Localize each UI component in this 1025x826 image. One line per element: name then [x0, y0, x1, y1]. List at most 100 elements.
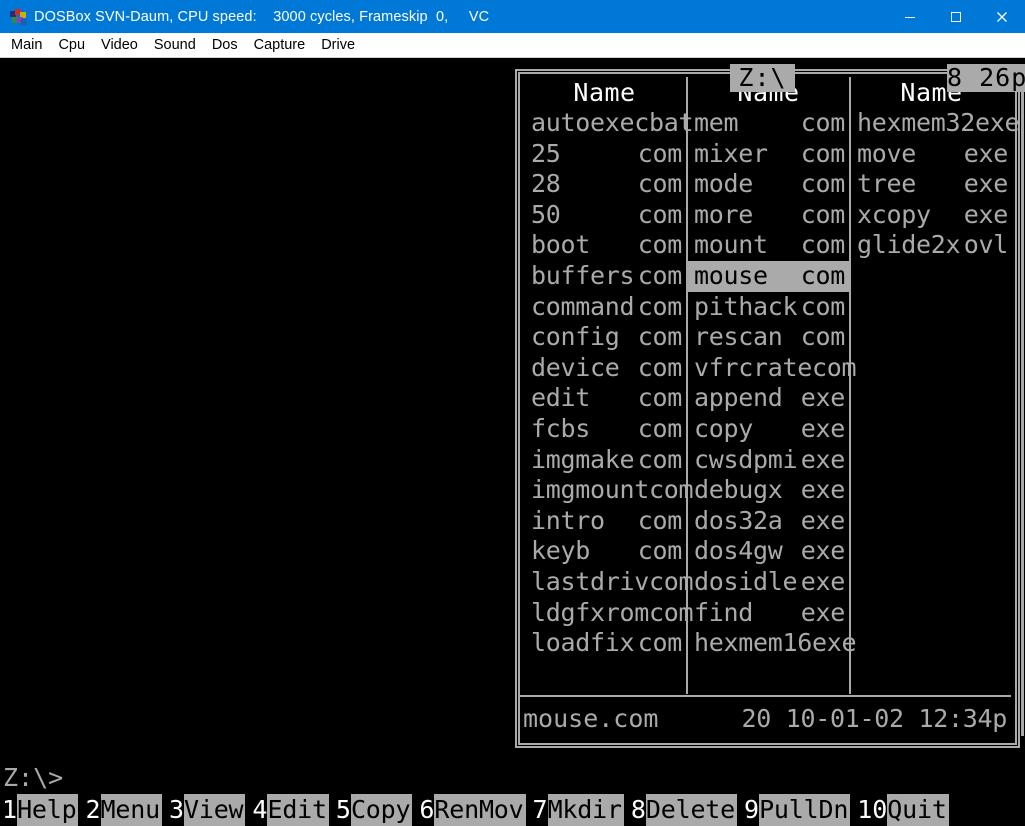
- file-extension: com: [637, 138, 683, 168]
- function-key-f2[interactable]: 2 Menu: [83, 794, 162, 826]
- file-extension: com: [800, 108, 846, 137]
- function-key-f10[interactable]: 10 Quit: [855, 794, 949, 826]
- function-key-label: Delete: [645, 794, 738, 826]
- file-row[interactable]: cwsdpmi exe: [688, 445, 849, 476]
- file-row[interactable]: loadfix com: [523, 628, 686, 659]
- minimize-icon[interactable]: [887, 0, 933, 33]
- file-name: move: [857, 138, 917, 168]
- file-row[interactable]: config com: [523, 322, 686, 353]
- file-name: 50: [531, 199, 561, 229]
- file-row[interactable]: xcopy exe: [851, 200, 1012, 231]
- file-extension: com: [637, 536, 683, 566]
- file-row[interactable]: dosidle exe: [688, 567, 849, 598]
- file-name: hexmem16: [694, 628, 813, 658]
- function-key-f6[interactable]: 6 RenMov: [417, 794, 526, 826]
- file-extension: com: [637, 260, 683, 290]
- panel-divider: [520, 695, 1011, 697]
- function-key-number: 7: [530, 794, 548, 826]
- file-row[interactable]: debugx exe: [688, 475, 849, 506]
- function-key-f5[interactable]: 5 Copy: [333, 794, 413, 826]
- file-row[interactable]: device com: [523, 353, 686, 384]
- file-row[interactable]: dos32a exe: [688, 506, 849, 537]
- file-manager-panel[interactable]: Z:\ 8 26p Name autoexec bat 25 com 28 com 50 co…: [515, 64, 1025, 748]
- file-row[interactable]: lastdriv com: [523, 567, 694, 598]
- file-name: device: [531, 352, 620, 382]
- file-row[interactable]: boot com: [523, 230, 686, 261]
- file-column-2[interactable]: Name mem com mixer com mode com more com mount co…: [686, 77, 857, 694]
- file-extension: com: [800, 322, 846, 352]
- file-row[interactable]: fcbs com: [523, 414, 686, 445]
- file-row[interactable]: dos4gw exe: [688, 536, 849, 567]
- function-key-number: 8: [628, 794, 646, 826]
- file-name: dosidle: [694, 566, 798, 596]
- function-key-f4[interactable]: 4 Edit: [250, 794, 329, 826]
- file-row[interactable]: vfrcrate com: [688, 353, 857, 384]
- file-row[interactable]: imgmount com: [523, 475, 694, 506]
- file-row[interactable]: hexmem32 exe: [851, 108, 1020, 139]
- menu-item-dos[interactable]: Dos: [205, 33, 245, 57]
- file-name: find: [694, 597, 754, 627]
- function-key-f9[interactable]: 9 PullDn: [742, 794, 851, 826]
- file-column-1[interactable]: Name autoexec bat 25 com 28 com 50 com boot com bu…: [523, 77, 694, 694]
- file-name: xcopy: [857, 199, 931, 229]
- panel-title-drive[interactable]: Z:\: [730, 64, 795, 92]
- file-row[interactable]: autoexec bat: [523, 108, 694, 139]
- menu-item-main[interactable]: Main: [4, 33, 49, 57]
- file-row[interactable]: 50 com: [523, 200, 686, 231]
- file-row[interactable]: append exe: [688, 383, 849, 414]
- file-list-1: autoexec bat 25 com 28 com 50 com boot com buffers…: [523, 108, 694, 659]
- file-name: rescan: [694, 322, 783, 352]
- function-key-number: 10: [855, 794, 888, 826]
- file-row[interactable]: mem com: [688, 108, 849, 139]
- window-title-bar[interactable]: DOSBox SVN-Daum, CPU speed: 3000 cycles,…: [0, 0, 1025, 33]
- file-row-selected[interactable]: mouse com: [688, 260, 849, 292]
- file-name: edit: [531, 383, 591, 413]
- file-name: 25: [531, 138, 561, 168]
- function-key-f3[interactable]: 3 View: [166, 794, 246, 826]
- file-row[interactable]: pithack com: [688, 292, 849, 323]
- file-row[interactable]: edit com: [523, 383, 686, 414]
- file-row[interactable]: copy exe: [688, 414, 849, 445]
- maximize-icon[interactable]: [933, 0, 979, 33]
- function-key-f1[interactable]: 1 Help: [0, 794, 79, 826]
- file-name: fcbs: [531, 413, 591, 443]
- file-row[interactable]: glide2x ovl: [851, 230, 1012, 261]
- file-row[interactable]: find exe: [688, 598, 849, 629]
- file-name: dos32a: [694, 505, 783, 535]
- file-row[interactable]: buffers com: [523, 261, 686, 292]
- menu-item-drive[interactable]: Drive: [314, 33, 362, 57]
- file-row[interactable]: hexmem16 exe: [688, 628, 857, 659]
- command-prompt[interactable]: Z:\>: [3, 763, 63, 793]
- file-row[interactable]: rescan com: [688, 322, 849, 353]
- file-name: intro: [531, 505, 605, 535]
- file-row[interactable]: mode com: [688, 169, 849, 200]
- file-name: mem: [694, 108, 739, 137]
- file-row[interactable]: tree exe: [851, 169, 1012, 200]
- file-row[interactable]: command com: [523, 292, 686, 323]
- file-extension: com: [637, 505, 683, 535]
- file-row[interactable]: mixer com: [688, 139, 849, 170]
- close-icon[interactable]: [979, 0, 1025, 33]
- function-key-f7[interactable]: 7 Mkdir: [530, 794, 624, 826]
- window-title: DOSBox SVN-Daum, CPU speed: 3000 cycles,…: [34, 8, 490, 25]
- file-row[interactable]: 28 com: [523, 169, 686, 200]
- file-row[interactable]: keyb com: [523, 536, 686, 567]
- file-column-3[interactable]: Name hexmem32 exe move exe tree exe xcopy exe gl…: [849, 77, 1020, 694]
- file-row[interactable]: move exe: [851, 139, 1012, 170]
- file-row[interactable]: more com: [688, 200, 849, 231]
- menu-item-capture[interactable]: Capture: [247, 33, 313, 57]
- file-extension: exe: [800, 444, 846, 474]
- menu-item-cpu[interactable]: Cpu: [51, 33, 92, 57]
- file-extension: com: [800, 138, 846, 168]
- file-row[interactable]: intro com: [523, 506, 686, 537]
- file-name: cwsdpmi: [694, 444, 798, 474]
- file-extension: com: [800, 199, 846, 229]
- file-row[interactable]: 25 com: [523, 139, 686, 170]
- file-row[interactable]: mount com: [688, 230, 849, 261]
- file-row[interactable]: ldgfxrom com: [523, 598, 694, 629]
- function-key-f8[interactable]: 8 Delete: [628, 794, 738, 826]
- file-row[interactable]: imgmake com: [523, 445, 686, 476]
- menu-item-video[interactable]: Video: [94, 33, 145, 57]
- menu-item-sound[interactable]: Sound: [147, 33, 203, 57]
- dos-screen[interactable]: Z:\ 8 26p Name autoexec bat 25 com 28 com 50 co…: [0, 59, 1025, 826]
